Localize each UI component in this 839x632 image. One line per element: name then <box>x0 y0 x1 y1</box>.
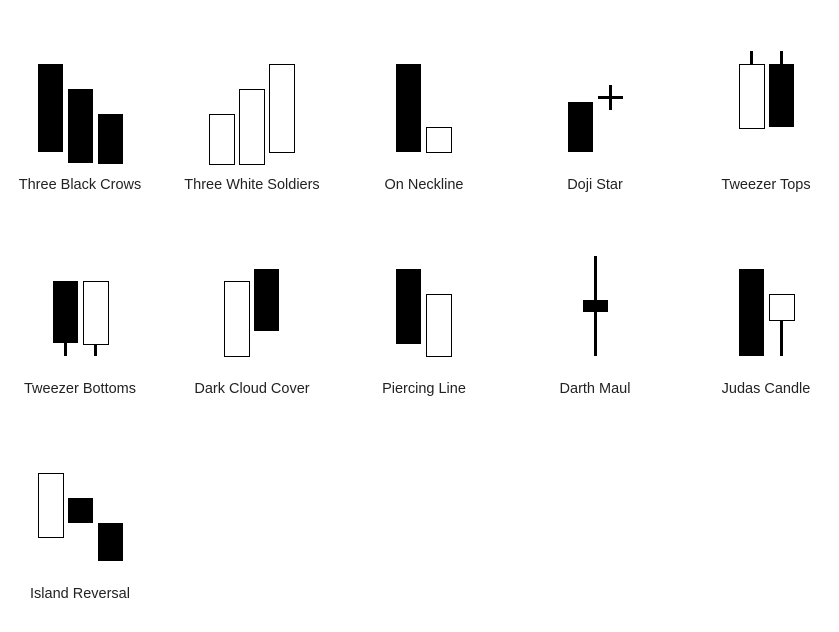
pattern-label: Judas Candle <box>721 381 811 397</box>
bullish-candle <box>769 294 795 321</box>
wick <box>780 51 783 65</box>
pattern-label: Dark Cloud Cover <box>194 381 310 397</box>
bearish-candle <box>98 114 123 164</box>
bearish-candle <box>38 64 63 152</box>
bearish-candle <box>53 281 78 343</box>
bearish-candle <box>98 523 123 561</box>
bearish-candle <box>68 89 93 163</box>
pattern-label: Three Black Crows <box>18 177 142 193</box>
bearish-candle <box>739 269 764 356</box>
pattern-label: Tweezer Bottoms <box>23 381 136 397</box>
bullish-candle <box>426 127 452 153</box>
pattern-label: Darth Maul <box>559 381 631 397</box>
pattern-label: Doji Star <box>567 177 623 193</box>
bearish-candle <box>68 498 93 523</box>
wick <box>64 342 67 356</box>
bearish-candle <box>769 64 794 127</box>
bearish-candle <box>254 269 279 331</box>
wick <box>780 319 783 356</box>
bearish-candle <box>583 300 608 312</box>
pattern-label: Tweezer Tops <box>721 177 811 193</box>
bullish-candle <box>224 281 250 357</box>
bullish-candle <box>739 64 765 129</box>
bullish-candle <box>239 89 265 165</box>
pattern-label: Island Reversal <box>30 586 130 602</box>
bullish-candle <box>426 294 452 357</box>
bullish-candle <box>209 114 235 165</box>
pattern-label: Piercing Line <box>382 381 466 397</box>
doji-wick <box>609 85 612 110</box>
pattern-label: Three White Soldiers <box>184 177 320 193</box>
bullish-candle <box>38 473 64 538</box>
bearish-candle <box>396 269 421 344</box>
bearish-candle <box>568 102 593 152</box>
bullish-candle <box>83 281 109 345</box>
wick <box>750 51 753 65</box>
bearish-candle <box>396 64 421 152</box>
bullish-candle <box>269 64 295 153</box>
pattern-label: On Neckline <box>384 177 464 193</box>
